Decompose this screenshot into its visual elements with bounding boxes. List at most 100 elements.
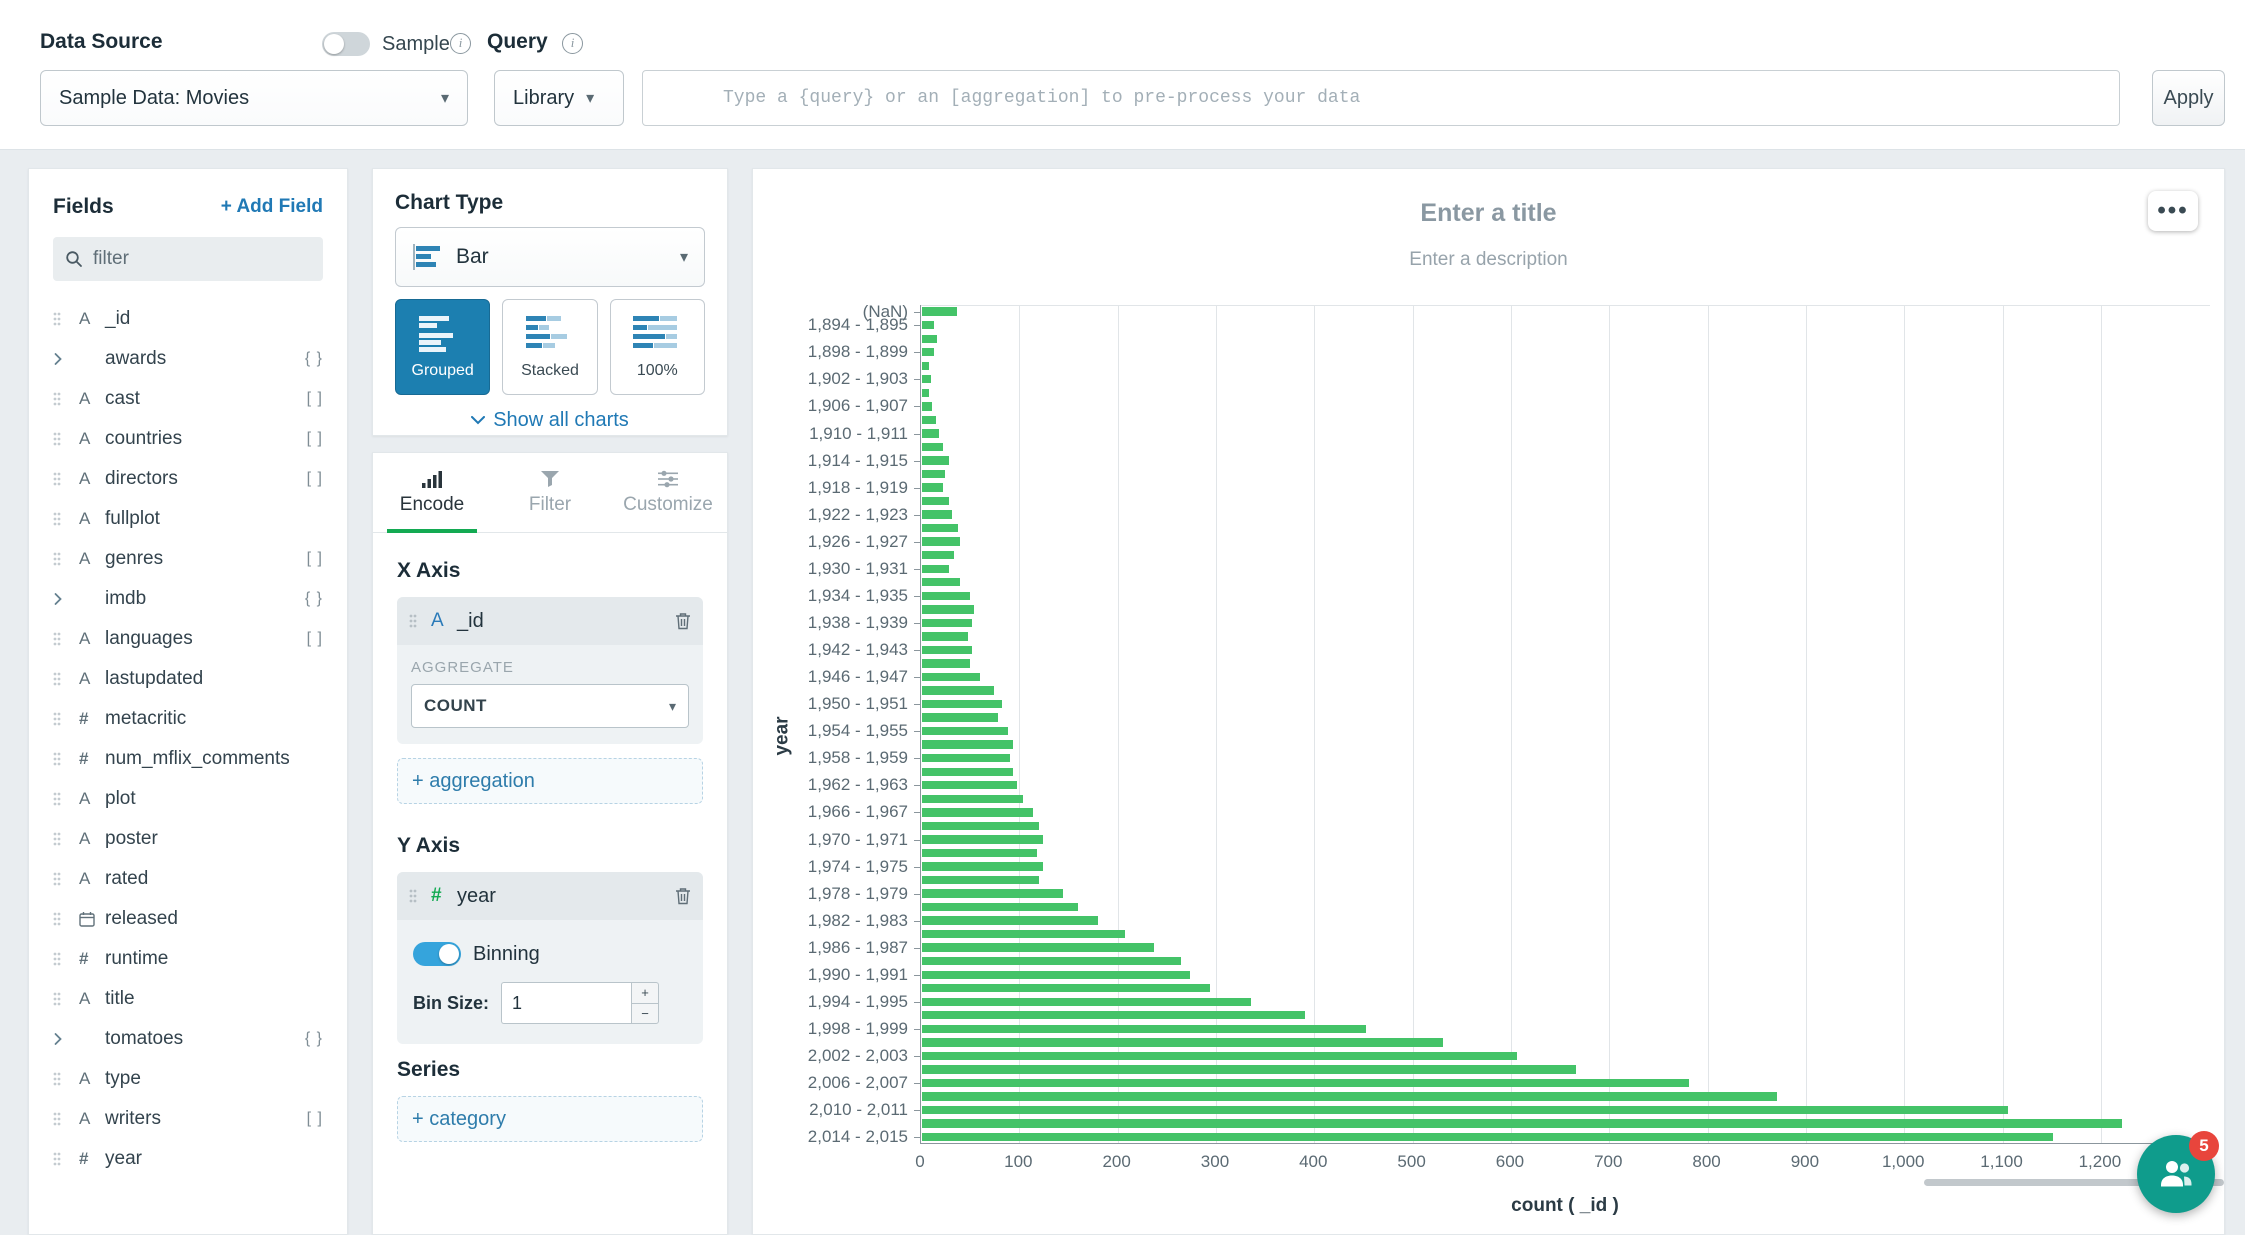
field-row-genres[interactable]: Agenres[ ]: [53, 539, 323, 579]
bar: [922, 795, 1023, 803]
y-axis-field-chip[interactable]: # year: [397, 872, 703, 920]
drag-handle-icon[interactable]: [409, 614, 431, 628]
expand-chevron-icon[interactable]: [53, 352, 79, 366]
field-row-writers[interactable]: Awriters[ ]: [53, 1099, 323, 1139]
subtype-stacked-button[interactable]: Stacked: [502, 299, 597, 395]
aggregate-select[interactable]: COUNT ▾: [411, 684, 689, 728]
field-row-fullplot[interactable]: Afullplot: [53, 499, 323, 539]
bar: [922, 307, 957, 315]
y-tick-mark: [914, 785, 921, 786]
field-type-icon: A: [79, 789, 105, 809]
field-name: lastupdated: [105, 668, 203, 690]
chart-type-select[interactable]: Bar ▾: [395, 227, 705, 287]
gridline: [1511, 305, 1512, 1143]
bar: [922, 1133, 2053, 1141]
library-select[interactable]: Library ▾: [494, 70, 624, 126]
show-all-charts-link[interactable]: Show all charts: [395, 409, 705, 432]
info-icon[interactable]: i: [450, 33, 471, 54]
field-filter-box[interactable]: [53, 237, 323, 281]
query-input[interactable]: [642, 70, 2120, 126]
sample-toggle[interactable]: [322, 32, 370, 56]
expand-chevron-icon[interactable]: [53, 592, 79, 606]
query-label: Query: [487, 30, 548, 54]
field-type-icon: A: [79, 669, 105, 689]
data-source-select[interactable]: Sample Data: Movies ▾: [40, 70, 468, 126]
field-filter-input[interactable]: [93, 248, 311, 270]
y-tick-label: 1,950 - 1,951: [808, 694, 908, 714]
chart-type-title: Chart Type: [395, 191, 705, 215]
bar: [922, 389, 929, 397]
field-row-plot[interactable]: Aplot: [53, 779, 323, 819]
chart-description-placeholder[interactable]: Enter a description: [753, 249, 2224, 271]
y-tick-label: 2,010 - 2,011: [809, 1100, 908, 1120]
info-icon[interactable]: i: [562, 33, 583, 54]
trash-icon[interactable]: [675, 887, 691, 905]
bar: [922, 998, 1251, 1006]
bar: [922, 1119, 2122, 1127]
field-row-num_mflix_comments[interactable]: #num_mflix_comments: [53, 739, 323, 779]
bar: [922, 565, 949, 573]
chart-title-placeholder[interactable]: Enter a title: [753, 199, 2224, 228]
field-type-icon: A: [79, 1109, 105, 1129]
add-category-button[interactable]: + category: [397, 1096, 703, 1142]
field-row-title[interactable]: Atitle: [53, 979, 323, 1019]
field-row-rated[interactable]: Arated: [53, 859, 323, 899]
field-row-imdb[interactable]: imdb{ }: [53, 579, 323, 619]
trash-icon[interactable]: [675, 612, 691, 630]
field-row-languages[interactable]: Alanguages[ ]: [53, 619, 323, 659]
tab-filter[interactable]: Filter: [491, 453, 609, 532]
plot-top-border: [921, 305, 2210, 306]
field-row-year[interactable]: #year: [53, 1139, 323, 1179]
y-tick-mark: [914, 894, 921, 895]
binning-label: Binning: [473, 943, 540, 966]
x-tick-label: 500: [1397, 1152, 1425, 1172]
field-row-_id[interactable]: A_id: [53, 299, 323, 339]
field-collection-marker: { }: [305, 1030, 323, 1048]
field-row-countries[interactable]: Acountries[ ]: [53, 419, 323, 459]
x-axis-section-title: X Axis: [397, 559, 703, 583]
bar: [922, 700, 1002, 708]
y-tick-mark: [914, 1029, 921, 1030]
field-row-metacritic[interactable]: #metacritic: [53, 699, 323, 739]
drag-handle-icon[interactable]: [409, 889, 431, 903]
tab-customize[interactable]: Customize: [609, 453, 727, 532]
expand-chevron-icon[interactable]: [53, 1032, 79, 1046]
field-row-released[interactable]: released: [53, 899, 323, 939]
apply-button[interactable]: Apply: [2152, 70, 2225, 126]
data-source-label: Data Source: [40, 30, 163, 54]
toggle-knob: [324, 34, 344, 54]
field-row-lastupdated[interactable]: Alastupdated: [53, 659, 323, 699]
drag-handle-icon: [53, 432, 79, 446]
decrement-button[interactable]: −: [631, 1003, 659, 1025]
x-tick-label: 800: [1692, 1152, 1720, 1172]
add-aggregation-button[interactable]: + aggregation: [397, 758, 703, 804]
field-name: num_mflix_comments: [105, 748, 290, 770]
field-row-poster[interactable]: Aposter: [53, 819, 323, 859]
add-field-button[interactable]: + Add Field: [221, 196, 323, 218]
tab-encode[interactable]: Encode: [373, 453, 491, 532]
field-name: cast: [105, 388, 140, 410]
field-row-runtime[interactable]: #runtime: [53, 939, 323, 979]
people-icon: [2155, 1154, 2197, 1194]
top-toolbar: Data Source Sample i Query i Sample Data…: [0, 0, 2245, 150]
drag-handle-icon: [53, 872, 79, 886]
field-row-type[interactable]: Atype: [53, 1059, 323, 1099]
field-row-tomatoes[interactable]: tomatoes{ }: [53, 1019, 323, 1059]
field-row-awards[interactable]: awards{ }: [53, 339, 323, 379]
bar: [922, 402, 932, 410]
x-axis-field-chip[interactable]: A _id: [397, 597, 703, 645]
subtype-label: Stacked: [521, 362, 579, 380]
bin-size-input[interactable]: [501, 982, 631, 1024]
chat-button[interactable]: 5: [2137, 1135, 2215, 1213]
subtype-grouped-button[interactable]: Grouped: [395, 299, 490, 395]
field-row-cast[interactable]: Acast[ ]: [53, 379, 323, 419]
more-options-button[interactable]: •••: [2148, 191, 2198, 231]
increment-button[interactable]: +: [631, 982, 659, 1003]
subtype-100-button[interactable]: 100%: [610, 299, 705, 395]
toggle-knob: [439, 944, 459, 964]
y-tick-label: 1,954 - 1,955: [808, 721, 908, 741]
field-row-directors[interactable]: Adirectors[ ]: [53, 459, 323, 499]
drag-handle-icon: [53, 912, 79, 926]
bar: [922, 903, 1078, 911]
binning-toggle[interactable]: [413, 942, 461, 966]
